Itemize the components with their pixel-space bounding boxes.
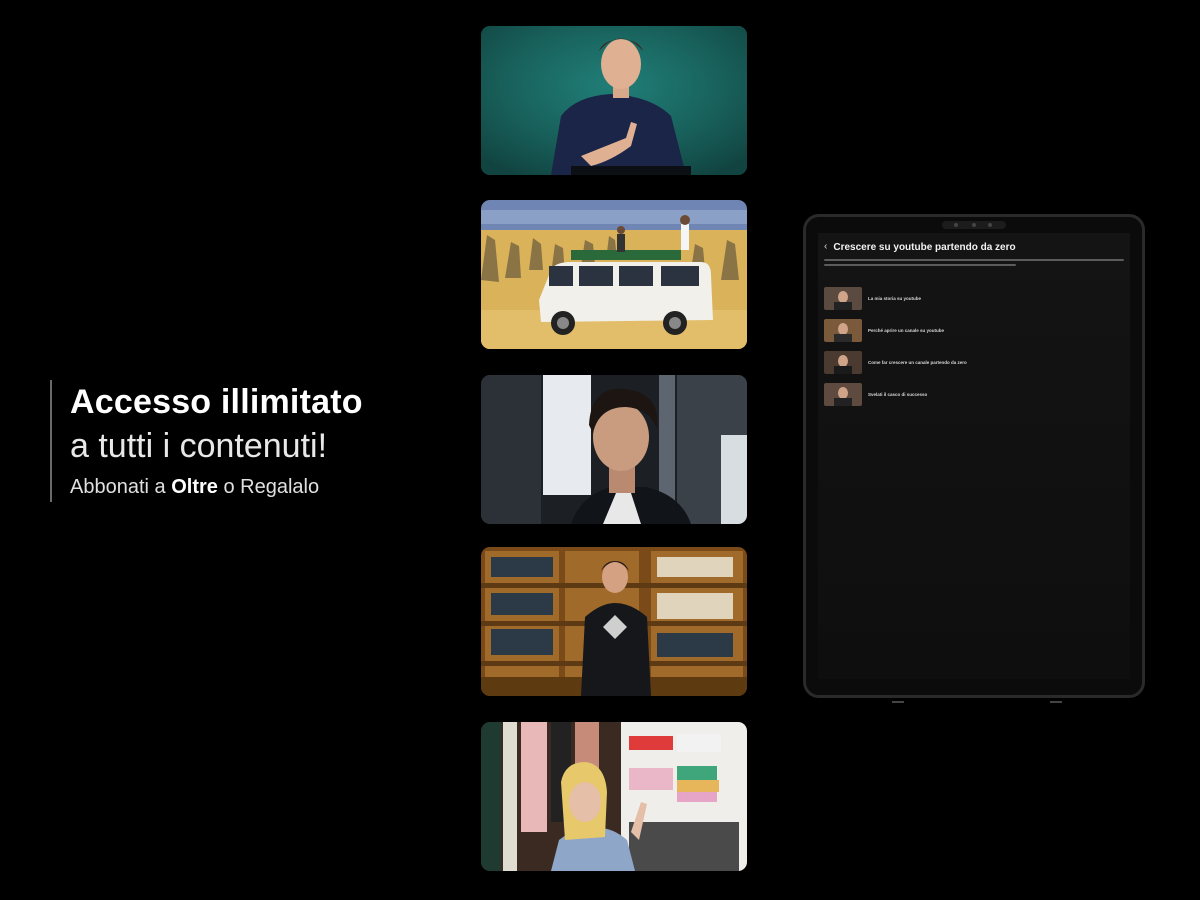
course-title: Crescere su youtube partendo da zero [833, 241, 1016, 253]
episode-thumbnail [824, 382, 862, 406]
episode-label: Perché aprire un canale su youtube [868, 327, 945, 333]
bottom-nav-mark [1050, 701, 1062, 703]
man-bookshelf-photo [481, 547, 747, 696]
promo-cta-text: Abbonati a Oltre o Regalalo [70, 472, 430, 502]
promo-headline: Accesso illimitato [70, 383, 363, 421]
van-desert-photo [481, 200, 747, 349]
man-teal-background-photo [481, 26, 747, 175]
cta-suffix: o Regalalo [217, 476, 320, 498]
video-card-3[interactable] [481, 375, 747, 524]
episode-thumbnail [824, 318, 862, 342]
woman-wardrobe-photo [481, 722, 747, 871]
episode-label: Come far crescere un canale partendo da … [868, 359, 967, 365]
promo-subheadline: a tutti i contenuti! [70, 427, 328, 465]
tablet-mockup: ‹ Crescere su youtube partendo da zero L… [803, 214, 1145, 703]
promo-block: Accesso illimitato a tutti i contenuti! … [50, 380, 430, 502]
episode-label: La mia storia su youtube [868, 295, 922, 301]
episode-list: La mia storia su youtube Perché aprire u… [818, 282, 1130, 410]
video-card-2[interactable] [481, 200, 747, 349]
tablet-screen: ‹ Crescere su youtube partendo da zero L… [818, 233, 1130, 679]
episode-thumbnail [824, 350, 862, 374]
video-card-1[interactable] [481, 26, 747, 175]
episode-item[interactable]: La mia storia su youtube [824, 282, 1124, 314]
episode-item[interactable]: Perché aprire un canale su youtube [824, 314, 1124, 346]
tablet-bottom-bar [806, 697, 1142, 707]
video-card-5[interactable] [481, 722, 747, 871]
man-portrait-photo [481, 375, 747, 524]
episode-label: Svelati il casco di successo [868, 391, 928, 397]
course-header: ‹ Crescere su youtube partendo da zero [818, 233, 1130, 253]
tablet-camera [942, 221, 1006, 229]
back-arrow-icon[interactable]: ‹ [824, 241, 827, 253]
course-description [824, 259, 1124, 268]
episode-thumbnail [824, 286, 862, 310]
cta-brand: Oltre [171, 476, 218, 498]
cta-prefix: Abbonati a [70, 476, 172, 498]
episode-item[interactable]: Come far crescere un canale partendo da … [824, 346, 1124, 378]
video-card-4[interactable] [481, 547, 747, 696]
episode-item[interactable]: Svelati il casco di successo [824, 378, 1124, 410]
bottom-nav-mark [892, 701, 904, 703]
